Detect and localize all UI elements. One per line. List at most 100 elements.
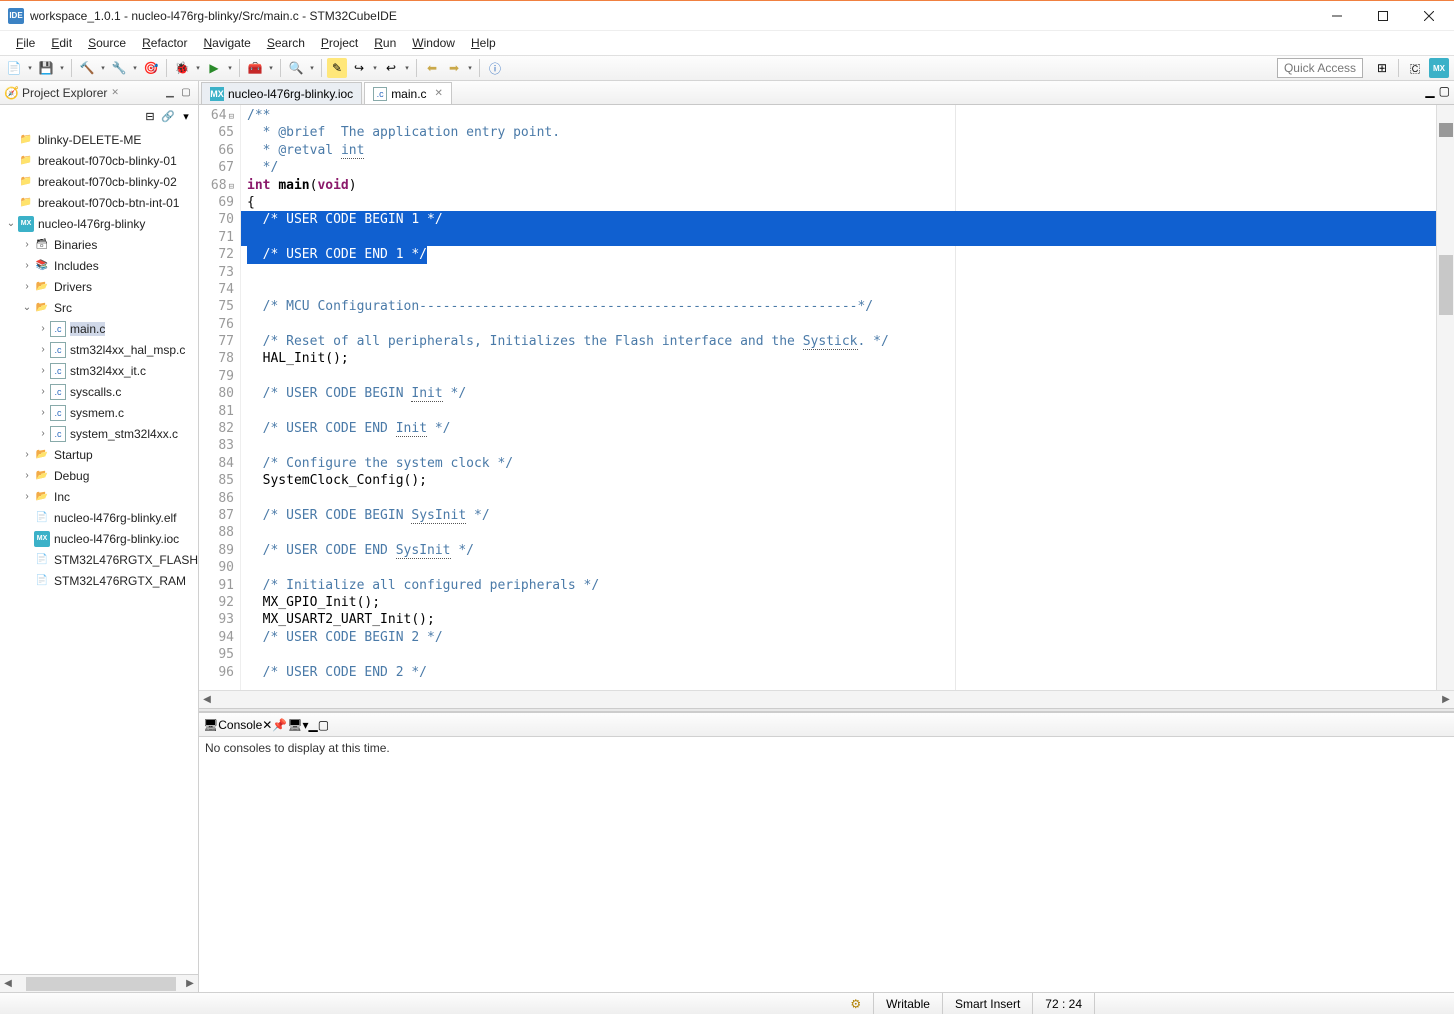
- menu-window[interactable]: Window: [404, 34, 463, 52]
- c-perspective-icon[interactable]: 🇨: [1405, 58, 1425, 78]
- build-icon[interactable]: 🔧: [109, 58, 129, 78]
- maximize-view-icon[interactable]: ▢: [178, 85, 194, 101]
- code-area[interactable]: /** * @brief The application entry point…: [241, 105, 1436, 690]
- tree-item[interactable]: ›📂Debug: [0, 465, 198, 486]
- code-line[interactable]: /* USER CODE END 1 */: [247, 246, 1436, 263]
- menu-file[interactable]: File: [8, 34, 43, 52]
- tree-item[interactable]: ›📂Startup: [0, 444, 198, 465]
- code-line[interactable]: [247, 524, 1436, 541]
- code-line[interactable]: [247, 316, 1436, 333]
- console-minimize-icon[interactable]: ▁: [309, 718, 318, 732]
- tree-item[interactable]: ›.csysmem.c: [0, 402, 198, 423]
- tree-item[interactable]: 📄nucleo-l476rg-blinky.elf: [0, 507, 198, 528]
- editor-tab[interactable]: .cmain.c✕: [364, 82, 452, 104]
- tree-item[interactable]: ›.cmain.c: [0, 318, 198, 339]
- tree-item[interactable]: 📁breakout-f070cb-btn-int-01: [0, 192, 198, 213]
- line-number[interactable]: 65: [201, 124, 234, 141]
- line-number[interactable]: 92: [201, 594, 234, 611]
- code-line[interactable]: /* USER CODE END SysInit */: [247, 542, 1436, 559]
- line-number[interactable]: 66: [201, 142, 234, 159]
- line-number[interactable]: 80: [201, 385, 234, 402]
- code-line[interactable]: SystemClock_Config();: [247, 472, 1436, 489]
- code-line[interactable]: * @brief The application entry point.: [247, 124, 1436, 141]
- tree-item[interactable]: ›📂Drivers: [0, 276, 198, 297]
- menu-edit[interactable]: Edit: [43, 34, 80, 52]
- hammer-icon[interactable]: 🔨: [77, 58, 97, 78]
- line-number[interactable]: 77: [201, 333, 234, 350]
- next-annotation-icon[interactable]: ↪: [349, 58, 369, 78]
- chevron-down-icon[interactable]: ⌄: [4, 218, 18, 229]
- code-line[interactable]: [247, 281, 1436, 298]
- prev-annotation-icon[interactable]: ↩: [381, 58, 401, 78]
- tree-item[interactable]: ›🗃Binaries: [0, 234, 198, 255]
- code-line[interactable]: /* USER CODE BEGIN 2 */: [247, 629, 1436, 646]
- line-number[interactable]: 96: [201, 664, 234, 681]
- sidebar-horizontal-scrollbar[interactable]: ◀ ▶: [0, 974, 198, 992]
- scroll-right-icon[interactable]: ▶: [182, 978, 198, 989]
- tree-item[interactable]: ›📚Includes: [0, 255, 198, 276]
- code-line[interactable]: [247, 264, 1436, 281]
- line-number[interactable]: 70: [201, 211, 234, 228]
- tree-item[interactable]: ⌄MXnucleo-l476rg-blinky: [0, 213, 198, 234]
- tree-item[interactable]: ›.cstm32l4xx_hal_msp.c: [0, 339, 198, 360]
- tree-item[interactable]: MXnucleo-l476rg-blinky.ioc: [0, 528, 198, 549]
- display-console-icon[interactable]: 🖥: [287, 718, 302, 732]
- editor-horizontal-scrollbar[interactable]: ◀ ▶: [199, 690, 1454, 708]
- search-icon[interactable]: 🔍: [286, 58, 306, 78]
- menu-navigate[interactable]: Navigate: [195, 34, 258, 52]
- tree-item[interactable]: 📄STM32L476RGTX_FLASH: [0, 549, 198, 570]
- maximize-button[interactable]: [1360, 1, 1406, 31]
- tree-item[interactable]: ›.csystem_stm32l4xx.c: [0, 423, 198, 444]
- chevron-right-icon[interactable]: ›: [36, 407, 50, 418]
- code-line[interactable]: [247, 368, 1436, 385]
- close-button[interactable]: [1406, 1, 1452, 31]
- code-line[interactable]: /* USER CODE END Init */: [247, 420, 1436, 437]
- mx-perspective-icon[interactable]: MX: [1429, 58, 1449, 78]
- chevron-right-icon[interactable]: ›: [36, 344, 50, 355]
- tree-item[interactable]: ›.csyscalls.c: [0, 381, 198, 402]
- code-line[interactable]: */: [247, 159, 1436, 176]
- pin-console-icon[interactable]: 📌: [272, 718, 287, 732]
- minimize-view-icon[interactable]: ▁: [162, 85, 178, 101]
- line-number[interactable]: 85: [201, 472, 234, 489]
- line-number[interactable]: 78: [201, 350, 234, 367]
- tree-item[interactable]: ⌄📂Src: [0, 297, 198, 318]
- code-line[interactable]: /* USER CODE END 2 */: [247, 664, 1436, 681]
- tree-item[interactable]: 📄STM32L476RGTX_RAM: [0, 570, 198, 591]
- line-number[interactable]: 95: [201, 646, 234, 663]
- line-number[interactable]: 73: [201, 264, 234, 281]
- new-icon[interactable]: 📄: [4, 58, 24, 78]
- line-number[interactable]: 64: [201, 107, 234, 124]
- line-number[interactable]: 75: [201, 298, 234, 315]
- editor-vertical-scrollbar[interactable]: [1436, 105, 1454, 690]
- run-icon[interactable]: ▶: [204, 58, 224, 78]
- open-perspective-icon[interactable]: ⊞: [1372, 58, 1392, 78]
- code-line[interactable]: {: [247, 194, 1436, 211]
- line-number[interactable]: 72: [201, 246, 234, 263]
- editor-maximize-icon[interactable]: ▢: [1439, 84, 1450, 98]
- link-editor-icon[interactable]: 🔗: [160, 108, 176, 124]
- line-number[interactable]: 76: [201, 316, 234, 333]
- line-number[interactable]: 69: [201, 194, 234, 211]
- menu-refactor[interactable]: Refactor: [134, 34, 195, 52]
- line-number[interactable]: 83: [201, 437, 234, 454]
- collapse-all-icon[interactable]: ⊟: [142, 108, 158, 124]
- menu-help[interactable]: Help: [463, 34, 504, 52]
- view-menu-icon[interactable]: ▾: [178, 108, 194, 124]
- dropdown-icon[interactable]: ▾: [26, 58, 34, 78]
- line-number[interactable]: 94: [201, 629, 234, 646]
- tree-item[interactable]: 📁blinky-DELETE-ME: [0, 129, 198, 150]
- code-line[interactable]: [247, 229, 1436, 246]
- code-line[interactable]: /**: [247, 107, 1436, 124]
- tree-item[interactable]: 📁breakout-f070cb-blinky-01: [0, 150, 198, 171]
- line-number[interactable]: 87: [201, 507, 234, 524]
- save-icon[interactable]: 💾: [36, 58, 56, 78]
- code-line[interactable]: /* USER CODE BEGIN SysInit */: [247, 507, 1436, 524]
- line-number[interactable]: 86: [201, 490, 234, 507]
- toggle-mark-icon[interactable]: ✎: [327, 58, 347, 78]
- chevron-right-icon[interactable]: ›: [20, 239, 34, 250]
- quick-access-input[interactable]: Quick Access: [1277, 58, 1363, 78]
- scroll-left-icon[interactable]: ◀: [0, 978, 16, 989]
- line-number[interactable]: 88: [201, 524, 234, 541]
- close-tab-icon[interactable]: ✕: [435, 88, 443, 99]
